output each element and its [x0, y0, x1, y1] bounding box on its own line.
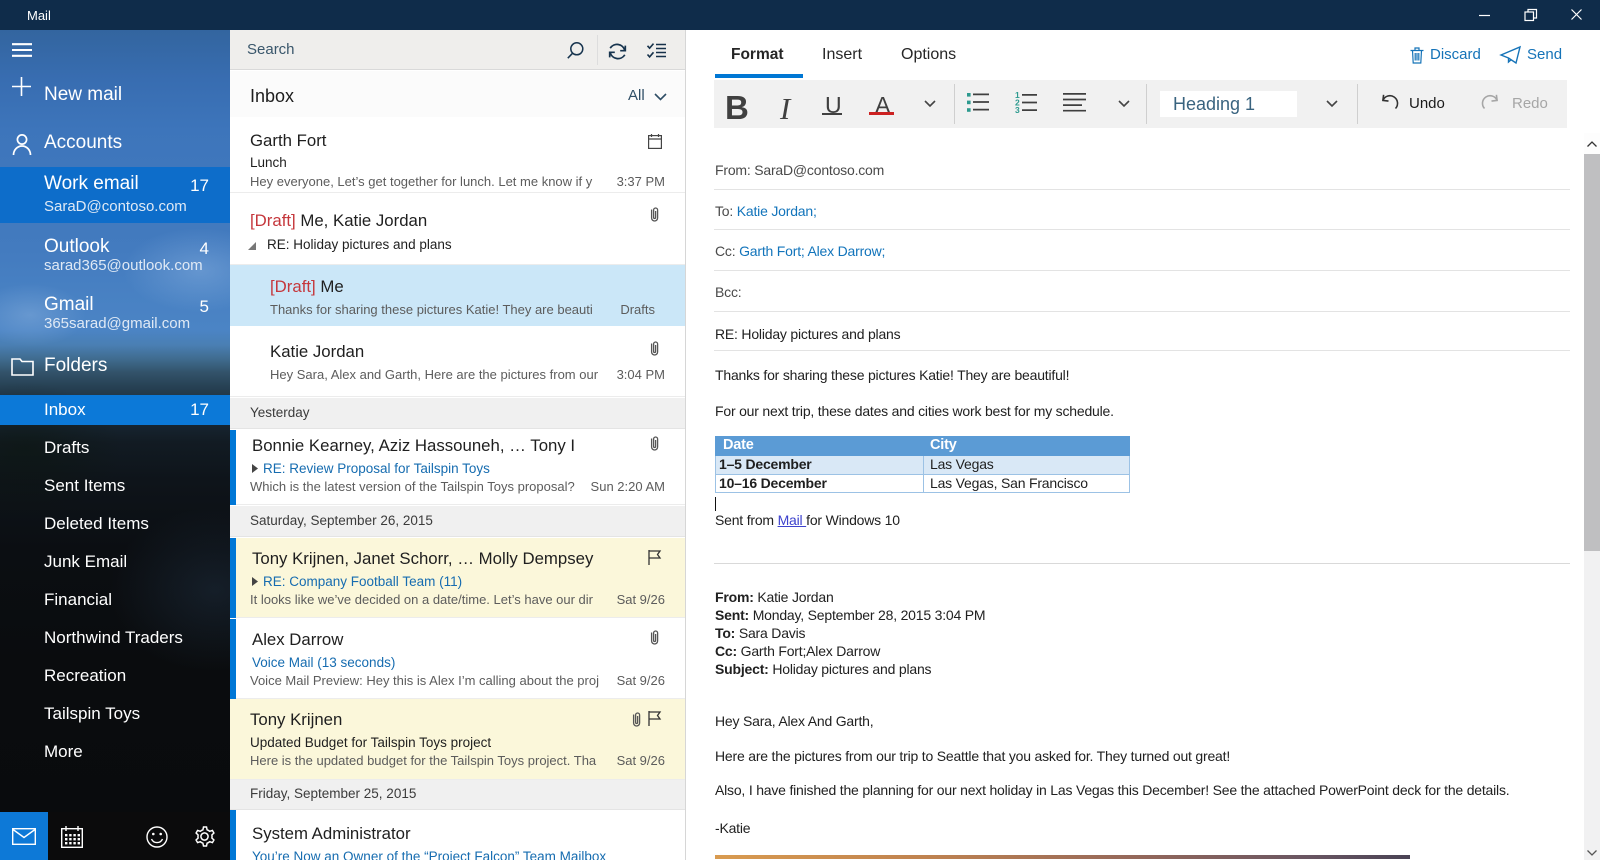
- svg-text:3: 3: [1015, 105, 1020, 115]
